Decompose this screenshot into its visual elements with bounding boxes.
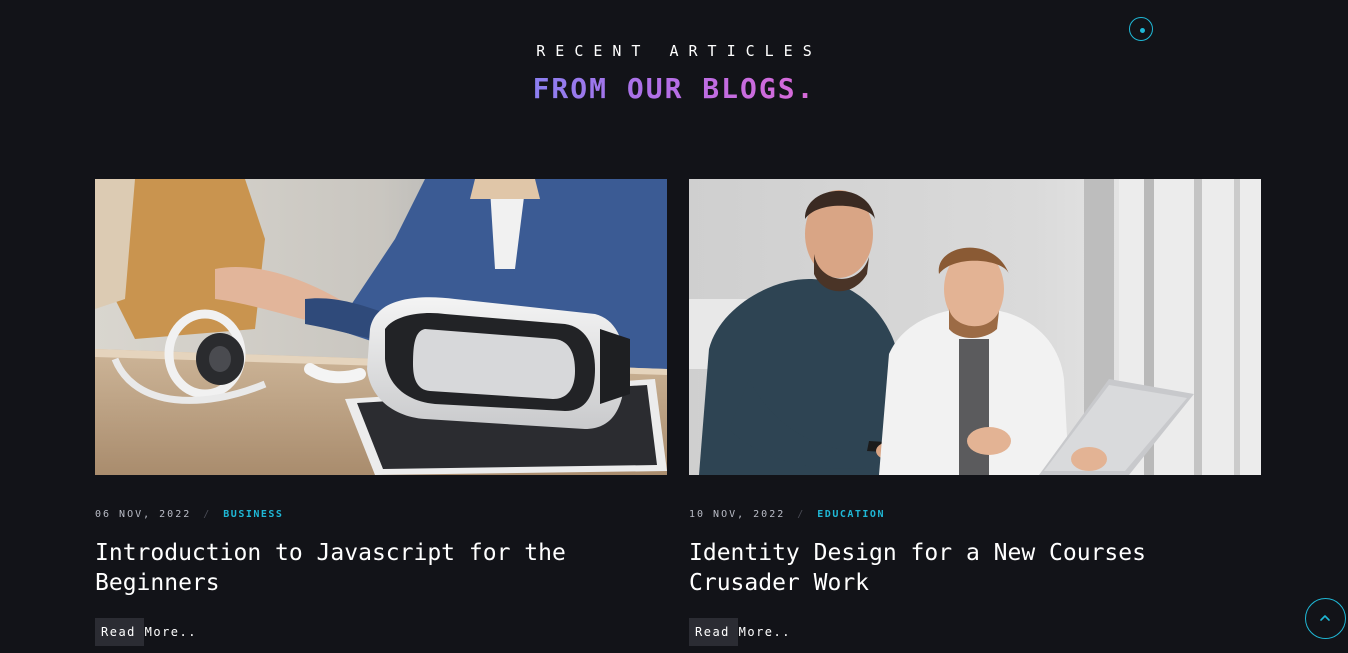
article-title-link[interactable]: Introduction to Javascript for the Begin… (95, 538, 635, 598)
article-meta: 10 NOV, 2022 / EDUCATION (689, 508, 1261, 522)
headline-dot: . (796, 72, 816, 105)
meta-separator: / (797, 509, 806, 520)
cursor-dot-icon (1140, 28, 1145, 33)
article-date: 06 NOV, 2022 (95, 509, 192, 520)
read-more-label: Read More.. (695, 625, 791, 639)
read-more-label: Read More.. (101, 625, 197, 639)
article-title-link[interactable]: Identity Design for a New Courses Crusad… (689, 538, 1229, 598)
section-header: RECENT ARTICLES FROM OUR BLOGS. (0, 40, 1348, 106)
blog-section-page: RECENT ARTICLES FROM OUR BLOGS. 06 NOV, … (0, 0, 1348, 653)
section-eyebrow: RECENT ARTICLES (536, 42, 822, 60)
article-image-link[interactable] (95, 179, 667, 475)
read-more-button[interactable]: Read More.. (689, 618, 791, 646)
article-meta: 06 NOV, 2022 / BUSINESS (95, 508, 667, 522)
article-card: 06 NOV, 2022 / BUSINESS Introduction to Ja… (95, 179, 667, 646)
article-category-link[interactable]: EDUCATION (817, 509, 885, 520)
article-card: 10 NOV, 2022 / EDUCATION Identity Design f… (689, 179, 1261, 646)
meta-separator: / (203, 509, 212, 520)
chevron-up-icon (1320, 615, 1330, 621)
vr-headset-photo (95, 179, 667, 475)
back-to-top-button[interactable] (1305, 598, 1346, 639)
read-more-button[interactable]: Read More.. (95, 618, 197, 646)
article-category-link[interactable]: BUSINESS (223, 509, 283, 520)
headline-text: FROM OUR BLOGS (532, 72, 797, 105)
colleagues-laptop-photo (689, 179, 1261, 475)
article-image-link[interactable] (689, 179, 1261, 475)
section-headline: FROM OUR BLOGS. (0, 72, 1348, 106)
article-date: 10 NOV, 2022 (689, 509, 786, 520)
